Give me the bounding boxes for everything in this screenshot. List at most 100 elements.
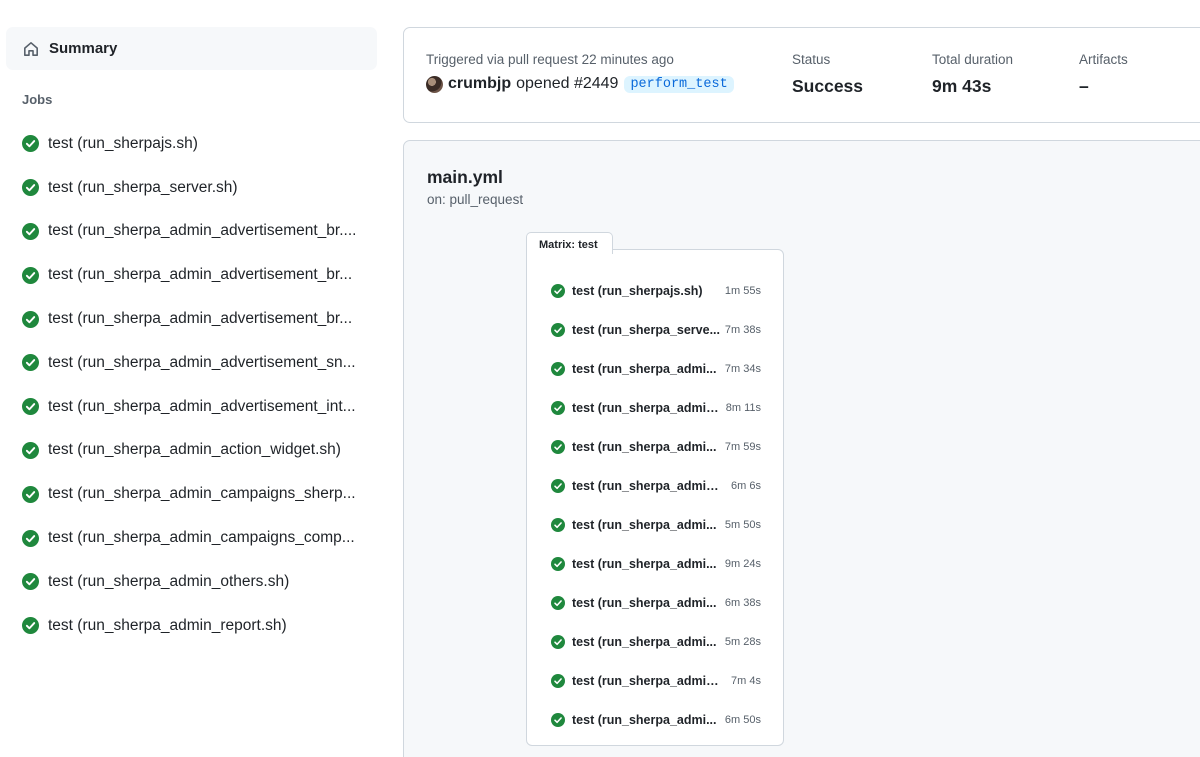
job-duration: 7m 34s [724, 363, 761, 376]
trigger-label: Triggered via pull request 22 minutes ag… [426, 52, 674, 67]
matrix-job-name: test (run_sherpa_admi... [572, 634, 717, 649]
job-name: test (run_sherpa_server.sh) [48, 178, 238, 196]
sidebar-item-label: Summary [49, 40, 118, 57]
job-duration: 7m 4s [731, 674, 761, 687]
workflow-graph: main.yml on: pull_request Matrix: test t… [403, 140, 1200, 757]
job-duration: 7m 38s [724, 324, 761, 337]
matrix-job-item[interactable]: test (run_sherpa_admi... 6m 38s [551, 584, 761, 623]
job-duration: 5m 28s [724, 635, 761, 648]
sidebar-job-item[interactable]: test (run_sherpa_admin_campaigns_comp... [22, 516, 372, 560]
sidebar-job-item[interactable]: test (run_sherpa_admin_report.sh) [22, 604, 372, 648]
sidebar: Summary Jobs test (run_sherpajs.sh) test … [0, 0, 390, 757]
matrix-job-name: test (run_sherpa_admi... [572, 557, 717, 572]
check-circle-icon [551, 284, 565, 299]
job-duration: 6m 38s [724, 596, 761, 609]
matrix-job-name: test (run_sherpa_admin... [572, 479, 720, 494]
matrix-job-item[interactable]: test (run_sherpa_admi... 7m 59s [551, 428, 761, 467]
matrix-job-name: test (run_sherpajs.sh) [572, 284, 703, 299]
check-circle-icon [22, 485, 39, 503]
job-duration: 6m 6s [731, 480, 761, 493]
matrix-group: test (run_sherpajs.sh) 1m 55s test (run_sh… [526, 249, 784, 746]
check-circle-icon [22, 617, 39, 635]
sidebar-job-item[interactable]: test (run_sherpa_admin_advertisement_int… [22, 385, 372, 429]
job-name: test (run_sherpa_admin_advertisement_sn.… [48, 353, 356, 371]
workflow-file-title[interactable]: main.yml [427, 167, 503, 188]
matrix-job-name: test (run_sherpa_admi... [572, 518, 717, 533]
home-icon [22, 40, 40, 58]
check-circle-icon [551, 518, 565, 533]
jobs-heading: Jobs [22, 92, 53, 107]
sidebar-job-item[interactable]: test (run_sherpa_admin_advertisement_br.… [22, 210, 372, 254]
sidebar-job-item[interactable]: test (run_sherpa_admin_campaigns_sherp..… [22, 472, 372, 516]
matrix-job-item[interactable]: test (run_sherpa_admi... 5m 28s [551, 622, 761, 661]
avatar[interactable] [426, 75, 443, 93]
branch-tag[interactable]: perform_test [624, 75, 734, 93]
job-name: test (run_sherpa_admin_advertisement_br.… [48, 266, 353, 284]
check-circle-icon [22, 398, 39, 416]
check-circle-icon [22, 179, 39, 197]
trigger-details: crumbjp opened #2449 perform_test [426, 75, 734, 93]
matrix-job-item[interactable]: test (run_sherpa_admi... 5m 50s [551, 506, 761, 545]
pull-request-link[interactable]: opened #2449 [516, 75, 618, 93]
matrix-job-name: test (run_sherpa_admin... [572, 401, 720, 416]
matrix-job-name: test (run_sherpa_serve... [572, 323, 720, 338]
sidebar-job-item[interactable]: test (run_sherpa_admin_advertisement_sn.… [22, 341, 372, 385]
check-circle-icon [22, 354, 39, 372]
job-name: test (run_sherpa_admin_action_widget.sh) [48, 441, 341, 459]
matrix-job-item[interactable]: test (run_sherpa_serve... 7m 38s [551, 311, 761, 350]
duration-column: Total duration 9m 43s [932, 52, 1013, 97]
job-duration: 9m 24s [724, 558, 761, 571]
check-circle-icon [22, 529, 39, 547]
matrix-job-name: test (run_sherpa_admin... [572, 673, 720, 688]
matrix-label: Matrix: test [526, 232, 613, 254]
job-duration: 7m 59s [724, 441, 761, 454]
check-circle-icon [22, 222, 39, 240]
sidebar-item-summary[interactable]: Summary [6, 27, 377, 70]
job-list: test (run_sherpajs.sh)test (run_sherpa_s… [22, 122, 372, 648]
matrix-job-item[interactable]: test (run_sherpa_admi... 6m 50s [551, 700, 761, 739]
job-name: test (run_sherpa_admin_campaigns_comp... [48, 529, 355, 547]
job-duration: 1m 55s [724, 285, 761, 298]
check-circle-icon [22, 441, 39, 459]
matrix-job-item[interactable]: test (run_sherpa_admin... 7m 4s [551, 661, 761, 700]
matrix-job-name: test (run_sherpa_admi... [572, 595, 717, 610]
artifacts-column: Artifacts – [1079, 52, 1128, 97]
sidebar-job-item[interactable]: test (run_sherpajs.sh) [22, 122, 372, 166]
check-circle-icon [551, 323, 565, 338]
sidebar-job-item[interactable]: test (run_sherpa_server.sh) [22, 166, 372, 210]
job-name: test (run_sherpa_admin_others.sh) [48, 572, 290, 590]
check-circle-icon [22, 310, 39, 328]
duration-label: Total duration [932, 52, 1014, 67]
check-circle-icon [551, 362, 565, 377]
check-circle-icon [551, 712, 565, 727]
job-name: test (run_sherpa_admin_advertisement_br.… [48, 222, 357, 240]
job-name: test (run_sherpa_admin_advertisement_br.… [48, 310, 353, 328]
check-circle-icon [22, 135, 39, 153]
matrix-job-item[interactable]: test (run_sherpa_admi... 7m 34s [551, 350, 761, 389]
sidebar-job-item[interactable]: test (run_sherpa_admin_advertisement_br.… [22, 297, 372, 341]
artifacts-label: Artifacts [1079, 52, 1128, 67]
matrix-job-item[interactable]: test (run_sherpa_admi... 9m 24s [551, 545, 761, 584]
matrix-job-name: test (run_sherpa_admi... [572, 362, 717, 377]
job-name: test (run_sherpa_admin_report.sh) [48, 616, 287, 634]
job-duration: 5m 50s [724, 519, 761, 532]
status-value: Success [792, 76, 864, 96]
status-label: Status [792, 52, 831, 67]
user-link[interactable]: crumbjp [448, 75, 511, 93]
check-circle-icon [551, 401, 565, 416]
sidebar-job-item[interactable]: test (run_sherpa_admin_others.sh) [22, 560, 372, 604]
sidebar-job-item[interactable]: test (run_sherpa_admin_advertisement_br.… [22, 253, 372, 297]
job-name: test (run_sherpa_admin_advertisement_int… [48, 397, 356, 415]
workflow-trigger: on: pull_request [427, 192, 524, 207]
check-circle-icon [551, 595, 565, 610]
matrix-job-item[interactable]: test (run_sherpa_admin... 6m 6s [551, 467, 761, 506]
sidebar-job-item[interactable]: test (run_sherpa_admin_action_widget.sh) [22, 429, 372, 473]
duration-value: 9m 43s [932, 76, 992, 96]
matrix-job-item[interactable]: test (run_sherpajs.sh) 1m 55s [551, 272, 761, 311]
job-name: test (run_sherpa_admin_campaigns_sherp..… [48, 485, 356, 503]
matrix-job-list: test (run_sherpajs.sh) 1m 55s test (run_sh… [551, 272, 761, 739]
matrix-job-name: test (run_sherpa_admi... [572, 440, 717, 455]
run-summary-card: Triggered via pull request 22 minutes ag… [403, 27, 1200, 123]
matrix-job-item[interactable]: test (run_sherpa_admin... 8m 11s [551, 389, 761, 428]
matrix-job-name: test (run_sherpa_admi... [572, 712, 717, 727]
